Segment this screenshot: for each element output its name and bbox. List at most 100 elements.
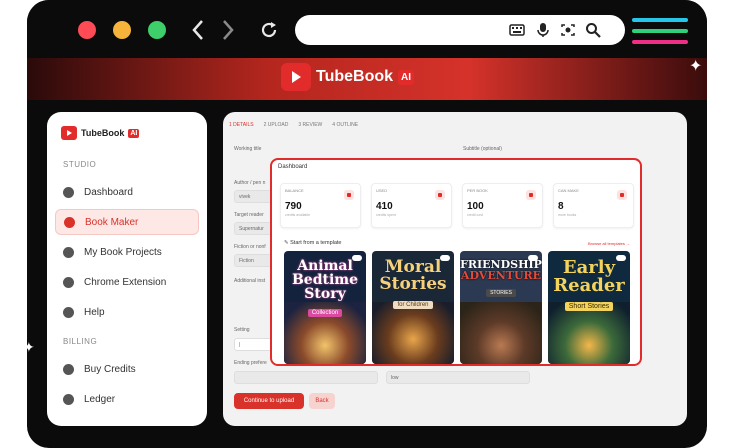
back-arrow-icon[interactable] <box>191 19 205 41</box>
stat-subtext: more books <box>558 213 577 217</box>
stat-icon <box>344 190 354 200</box>
cover-subtitle: Collection <box>307 309 343 317</box>
ending-input-right[interactable]: low <box>386 371 530 384</box>
forward-arrow-icon[interactable] <box>221 19 235 41</box>
cover-title: Animal Bedtime Story <box>284 259 366 301</box>
ending-label: Ending prefere <box>234 360 267 366</box>
sidebar-item-ledger[interactable]: Ledger <box>55 386 199 412</box>
stats-row: BALANCE 790 credits available USED 410 credit… <box>280 183 634 228</box>
sidebar-item-label: Ledger <box>84 393 116 405</box>
tab-review[interactable]: 3 REVIEW <box>298 122 322 128</box>
templates-heading-text: Start from a template <box>290 240 342 246</box>
fiction-label: Fiction or nonf <box>234 244 266 250</box>
microphone-icon[interactable] <box>535 22 551 38</box>
setting-input[interactable]: | <box>234 338 274 351</box>
sidebar-item-label: Buy Credits <box>84 363 136 375</box>
author-input[interactable]: vivek <box>234 190 274 203</box>
maximize-window-button[interactable] <box>148 21 166 39</box>
step-tabs: 1 DETAILS 2 UPLOAD 3 REVIEW 4 OUTLINE <box>229 122 358 128</box>
magic-wand-icon: ✎ <box>284 240 289 246</box>
subtitle-label: Subtitle (optional) <box>463 146 502 152</box>
continue-to-upload-button[interactable]: Continue to upload <box>234 393 304 409</box>
sidebar-item-label: Chrome Extension <box>84 276 167 288</box>
tab-outline[interactable]: 4 OUTLINE <box>332 122 358 128</box>
template-cover[interactable]: Animal Bedtime Story Collection <box>284 251 366 364</box>
cover-title-line: Bedtime <box>291 272 359 288</box>
stat-card-per-book: PER BOOK 100 credit cost <box>462 183 543 228</box>
cover-title-line: Reader <box>553 275 625 296</box>
reload-icon[interactable] <box>259 20 279 40</box>
chrome-icon <box>63 276 74 288</box>
play-book-icon <box>281 63 311 91</box>
stat-icon <box>617 190 627 200</box>
stat-subtext: credits available <box>285 213 311 217</box>
minimize-window-button[interactable] <box>113 21 131 39</box>
brand-logo: TubeBook AI <box>281 63 415 91</box>
stat-value: 8 <box>558 201 564 212</box>
sidebar-item-chrome-extension[interactable]: Chrome Extension <box>55 269 199 295</box>
tab-details[interactable]: 1 DETAILS <box>229 122 254 128</box>
sidebar-item-my-book-projects[interactable]: My Book Projects <box>55 239 199 265</box>
sidebar-brand[interactable]: TubeBook AI <box>61 126 199 140</box>
sidebar-section-label: STUDIO <box>63 160 97 169</box>
menu-icon[interactable] <box>632 18 688 51</box>
stat-value: 790 <box>285 201 302 212</box>
stat-subtext: credit cost <box>467 213 483 217</box>
target-reader-label: Target reader <box>234 212 264 218</box>
sidebar-item-label: My Book Projects <box>84 246 162 258</box>
camera-search-icon[interactable] <box>560 22 576 38</box>
new-badge-icon <box>440 255 450 261</box>
cover-subtitle: STORIES <box>486 289 516 297</box>
stat-value: 410 <box>376 201 393 212</box>
gem-icon <box>63 363 74 375</box>
new-badge-icon <box>616 255 626 261</box>
author-label: Author / pen n <box>234 180 266 186</box>
template-cover[interactable]: Early Reader Short Stories <box>548 251 630 364</box>
sparkle-icon: ✦ <box>27 339 35 355</box>
address-bar[interactable] <box>295 15 625 45</box>
search-icon[interactable] <box>585 22 601 38</box>
stat-icon <box>435 190 445 200</box>
sidebar-item-help[interactable]: Help <box>55 299 199 325</box>
sidebar: TubeBook AI STUDIO Dashboard Book Maker My … <box>47 112 207 426</box>
templates-heading: ✎ Start from a template <box>284 240 342 246</box>
cover-title-line: ADVENTURE <box>460 269 542 282</box>
cover-illustration <box>372 301 454 364</box>
target-reader-input[interactable]: Supernatur <box>234 222 274 235</box>
brand-ai-badge: AI <box>398 69 415 85</box>
sidebar-item-book-maker[interactable]: Book Maker <box>55 209 199 235</box>
keyboard-icon[interactable] <box>509 22 525 38</box>
brand-name: TubeBook <box>316 68 394 85</box>
cover-title: Early Reader <box>548 259 630 295</box>
template-cover[interactable]: Moral Stories for Children <box>372 251 454 364</box>
ending-input-left[interactable] <box>234 371 378 384</box>
sidebar-item-buy-credits[interactable]: Buy Credits <box>55 356 199 382</box>
cover-title-line: Story <box>304 286 346 302</box>
cover-illustration <box>460 301 542 364</box>
new-badge-icon <box>352 255 362 261</box>
sidebar-section-label: BILLING <box>63 337 98 346</box>
cover-subtitle: Short Stories <box>564 302 614 311</box>
play-book-icon <box>61 126 77 140</box>
setting-label: Setting <box>234 327 250 333</box>
sidebar-item-label: Book Maker <box>85 216 139 228</box>
stat-card-can-make: CAN MAKE 8 more books <box>553 183 634 228</box>
close-window-button[interactable] <box>78 21 96 39</box>
template-cover[interactable]: FRIENDSHIP ADVENTURE STORIES <box>460 251 542 364</box>
modal-title: Dashboard <box>278 164 308 170</box>
sidebar-item-dashboard[interactable]: Dashboard <box>55 179 199 205</box>
stat-card-used: USED 410 credits spent <box>371 183 452 228</box>
sidebar-brand-ai: AI <box>128 128 140 138</box>
tab-upload[interactable]: 2 UPLOAD <box>264 122 289 128</box>
browser-toolbar <box>27 0 707 58</box>
fiction-select[interactable]: Fiction <box>234 254 274 267</box>
cover-title: FRIENDSHIP ADVENTURE <box>460 259 542 281</box>
stat-icon <box>526 190 536 200</box>
cover-title-line: Animal <box>297 258 353 274</box>
back-button[interactable]: Back <box>309 393 335 409</box>
additional-label: Additional inst <box>234 278 266 284</box>
help-icon <box>63 306 74 318</box>
browse-templates-link[interactable]: Browse all templates → <box>588 241 630 246</box>
stat-subtext: credits spent <box>376 213 396 217</box>
stat-card-balance: BALANCE 790 credits available <box>280 183 361 228</box>
